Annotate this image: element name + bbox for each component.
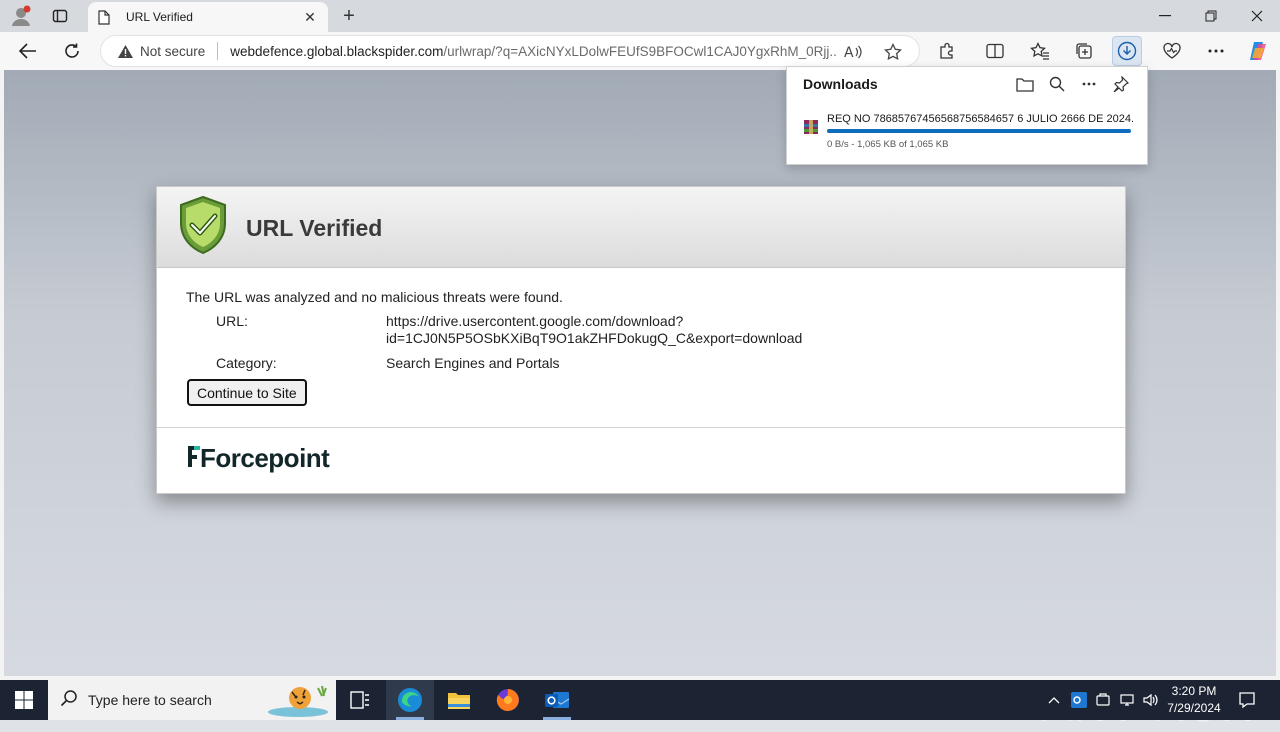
analyzed-url-line2: id=1CJ0N5P5OSbKXiBqT9O1akZHFDokugQ_C&exp…: [386, 330, 803, 346]
svg-text:A: A: [844, 45, 854, 60]
warning-icon[interactable]: [117, 44, 134, 59]
downloads-title: Downloads: [803, 76, 878, 92]
windows-taskbar: Type here to search 3:20 PM 7/29/2024: [0, 680, 1280, 720]
search-downloads-icon[interactable]: [1045, 73, 1069, 95]
downloads-panel: Downloads REQ NO 78685767456568756584657…: [786, 66, 1148, 165]
clock-time: 3:20 PM: [1171, 684, 1217, 698]
volume-icon[interactable]: [1140, 680, 1162, 720]
minimize-button[interactable]: [1142, 0, 1188, 32]
category-label: Category:: [216, 355, 277, 371]
analyzed-url: https://drive.usercontent.google.com/dow…: [386, 313, 802, 347]
file-explorer-icon[interactable]: [435, 680, 483, 720]
analysis-message: The URL was analyzed and no malicious th…: [186, 289, 563, 305]
download-status: 0 B/s - 1,065 KB of 1,065 KB: [827, 139, 949, 150]
continue-to-site-button[interactable]: Continue to Site: [187, 379, 307, 406]
card-header: URL Verified: [157, 187, 1125, 268]
downloads-icon[interactable]: [1112, 36, 1142, 66]
url-label: URL:: [216, 313, 248, 329]
search-placeholder: Type here to search: [88, 692, 212, 708]
taskbar-search[interactable]: Type here to search: [48, 680, 336, 720]
close-window-button[interactable]: [1234, 0, 1280, 32]
url-text[interactable]: webdefence.global.blackspider.com/urlwra…: [230, 44, 836, 59]
downloads-more-icon[interactable]: [1077, 73, 1101, 95]
download-progress-fill: [827, 129, 1131, 133]
firefox-icon[interactable]: [484, 680, 532, 720]
tab-actions-icon[interactable]: [46, 4, 74, 28]
security-status[interactable]: Not secure: [140, 44, 205, 59]
browser-essentials-icon[interactable]: [1157, 36, 1187, 66]
search-icon: [60, 689, 78, 712]
pin-icon[interactable]: [1109, 73, 1133, 95]
card-title: URL Verified: [246, 215, 383, 241]
analyzed-url-line1: https://drive.usercontent.google.com/dow…: [386, 313, 684, 329]
url-path: /urlwrap/?q=AXicNYxLDolwFEUfS9BFOCwl1CAJ…: [443, 43, 837, 59]
address-bar[interactable]: Not secure webdefence.global.blackspider…: [100, 35, 920, 67]
taskbar-clock[interactable]: 3:20 PM 7/29/2024: [1160, 683, 1228, 717]
split-screen-icon[interactable]: [980, 36, 1010, 66]
restore-button[interactable]: [1188, 0, 1234, 32]
tab-url-verified[interactable]: URL Verified ✕: [88, 2, 328, 32]
read-aloud-icon[interactable]: A: [843, 42, 863, 62]
page-icon: [98, 9, 114, 25]
task-view-button[interactable]: [336, 680, 384, 720]
open-folder-icon[interactable]: [1013, 73, 1037, 95]
verification-card: URL Verified The URL was analyzed and no…: [156, 186, 1126, 494]
favorite-star-icon[interactable]: [883, 42, 903, 62]
browser-toolbar: Not secure webdefence.global.blackspider…: [0, 32, 1280, 70]
close-tab-icon[interactable]: ✕: [302, 9, 318, 25]
shield-check-icon: [175, 195, 231, 260]
tiger-search-highlight-icon: [260, 682, 334, 723]
url-host: webdefence.global.blackspider.com: [230, 43, 444, 59]
outlook-tray-icon[interactable]: [1068, 680, 1090, 720]
show-hidden-icons-button[interactable]: [1044, 680, 1064, 720]
device-tray-icon[interactable]: [1092, 680, 1114, 720]
copilot-icon[interactable]: [1243, 36, 1273, 66]
download-progress-bar: [827, 129, 1131, 133]
refresh-button[interactable]: [57, 36, 87, 66]
category-value: Search Engines and Portals: [386, 355, 560, 371]
collections-icon[interactable]: [1069, 36, 1099, 66]
extensions-icon[interactable]: [932, 36, 962, 66]
back-button[interactable]: [13, 36, 43, 66]
archive-file-icon: [803, 119, 819, 140]
address-divider: [217, 42, 219, 60]
outlook-icon[interactable]: [533, 680, 581, 720]
tab-strip: URL Verified ✕ +: [0, 0, 1280, 32]
forcepoint-logo: Forcepoint: [188, 443, 330, 474]
card-body: The URL was analyzed and no malicious th…: [157, 268, 1125, 428]
edge-taskbar-icon[interactable]: [386, 680, 434, 720]
browser-window: URL Verified ✕ + Not secure webdefence.g…: [0, 0, 1280, 731]
more-menu-icon[interactable]: [1201, 36, 1231, 66]
start-button[interactable]: [0, 680, 48, 720]
network-icon[interactable]: [1116, 680, 1138, 720]
profile-icon[interactable]: [8, 4, 34, 28]
favorites-icon[interactable]: [1025, 36, 1055, 66]
new-tab-button[interactable]: +: [338, 4, 360, 28]
tab-title: URL Verified: [126, 10, 193, 24]
clock-date: 7/29/2024: [1167, 701, 1221, 715]
download-file-name[interactable]: REQ NO 78685767456568756584657 6 JULIO 2…: [827, 113, 1133, 125]
notifications-icon[interactable]: [1234, 680, 1260, 720]
